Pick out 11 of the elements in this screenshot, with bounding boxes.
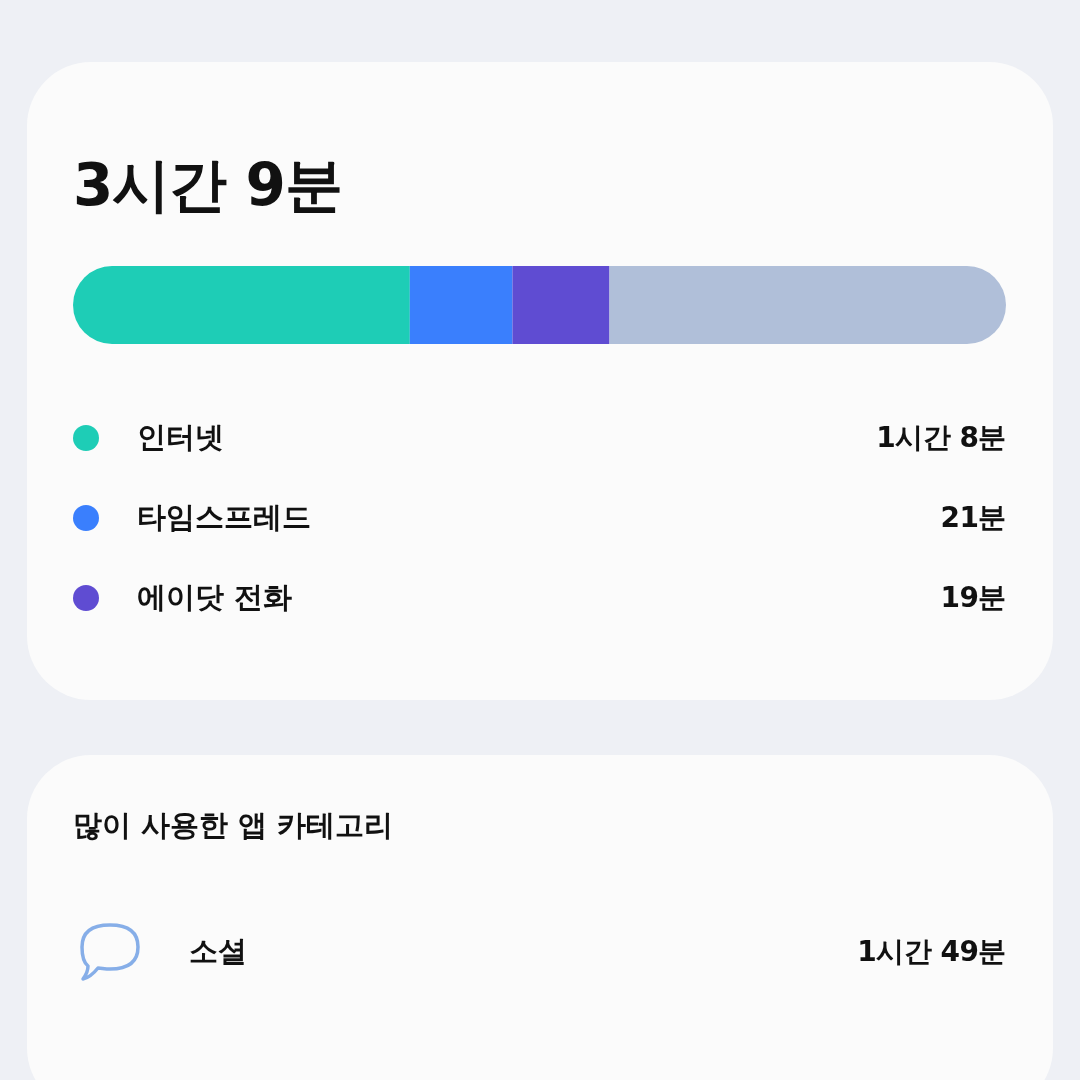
category-name: 소셜	[189, 933, 248, 970]
section-title: 많이 사용한 앱 카테고리	[73, 807, 394, 844]
speech-bubble-icon	[79, 922, 141, 982]
app-name: 에이닷 전화	[137, 579, 294, 616]
usage-time: 1시간 49분	[857, 934, 1006, 970]
app-name: 타임스프레드	[137, 499, 312, 536]
total-usage-time: 3시간 9분	[73, 150, 342, 220]
usage-time: 21분	[940, 500, 1006, 536]
app-name: 인터넷	[137, 419, 225, 456]
usage-time: 1시간 8분	[876, 420, 1006, 456]
usage-time: 19분	[940, 580, 1006, 616]
